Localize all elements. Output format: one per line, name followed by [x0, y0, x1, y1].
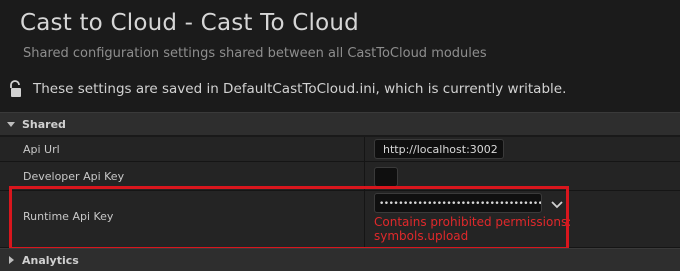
section-shared[interactable]: Shared [0, 112, 680, 135]
setting-row-runtime-api-key: Runtime Api Key ••••••••••••••••••••••••… [0, 191, 680, 248]
setting-row-developer-api-key: Developer Api Key [0, 162, 680, 191]
section-analytics[interactable]: Analytics [0, 248, 680, 271]
section-analytics-label: Analytics [22, 253, 79, 267]
config-save-notice: These settings are saved in DefaultCastT… [0, 80, 566, 98]
title-row: Cast to Cloud - Cast To Cloud [0, 6, 359, 40]
page-title: Cast to Cloud - Cast To Cloud [20, 10, 359, 36]
triangle-right-icon[interactable] [6, 255, 16, 265]
save-notice-text: These settings are saved in DefaultCastT… [33, 81, 567, 97]
page-subtitle: Shared configuration settings shared bet… [23, 46, 487, 61]
section-shared-label: Shared [22, 117, 66, 131]
column-divider [364, 191, 365, 247]
title-chevron-icon [0, 13, 20, 33]
developer-api-key-input[interactable] [374, 167, 398, 187]
developer-api-key-label: Developer Api Key [23, 170, 125, 183]
triangle-down-icon[interactable] [6, 119, 16, 129]
chevron-down-icon[interactable] [550, 197, 564, 211]
lock-icon[interactable] [10, 80, 26, 98]
settings-header: Cast to Cloud - Cast To Cloud Shared con… [0, 0, 680, 112]
setting-row-api-url: Api Url http://localhost:3002 [0, 137, 680, 162]
api-url-input[interactable]: http://localhost:3002 [374, 139, 504, 159]
column-divider [364, 137, 365, 161]
runtime-api-key-label: Runtime Api Key [23, 210, 114, 223]
column-divider [364, 162, 365, 190]
runtime-api-key-input[interactable]: ••••••••••••••••••••••••••••••••••••••••… [374, 193, 542, 213]
runtime-api-key-error: Contains prohibited permissions: symbols… [374, 215, 572, 243]
api-url-label: Api Url [23, 143, 60, 156]
